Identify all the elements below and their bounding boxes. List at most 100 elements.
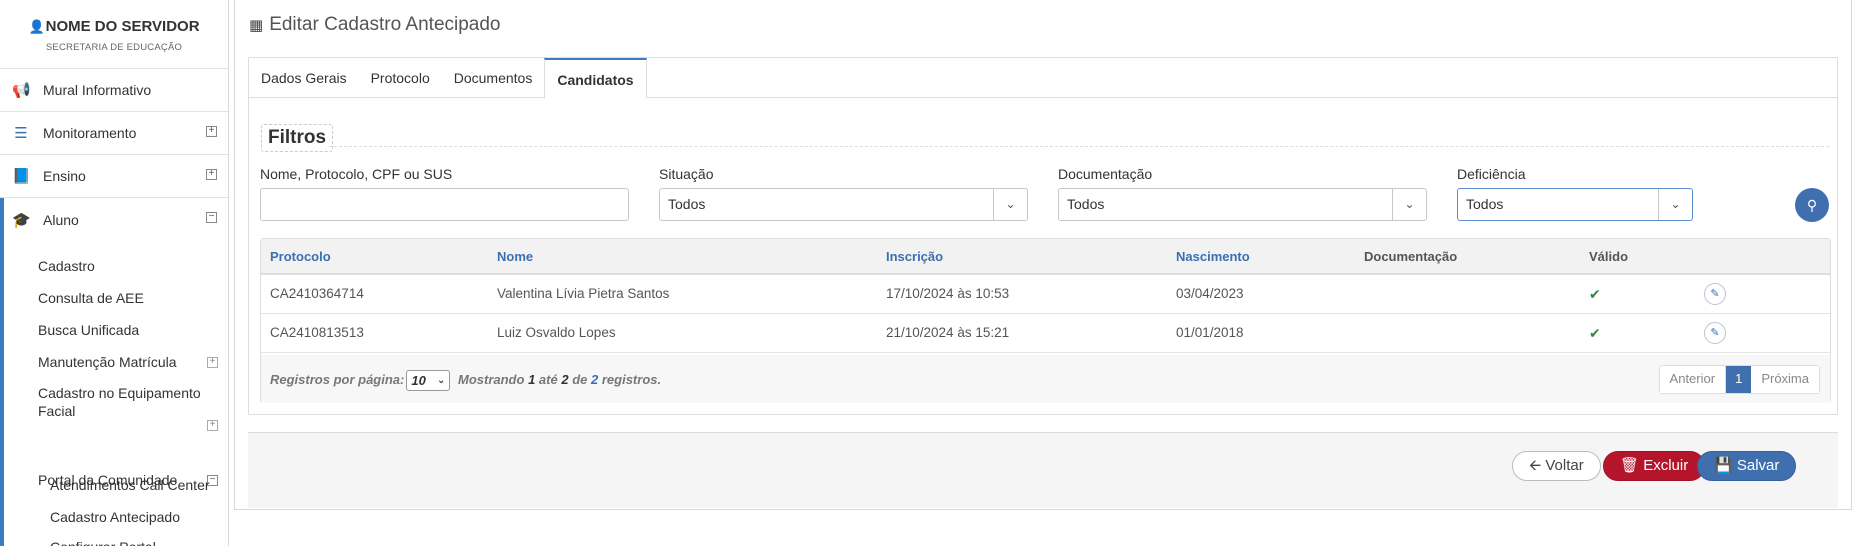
deficiencia-select[interactable]: Todos ⌄ bbox=[1457, 188, 1693, 221]
tab-protocolo[interactable]: Protocolo bbox=[359, 58, 442, 98]
submenu-item-cadastro-antecipado[interactable]: Cadastro Antecipado bbox=[4, 508, 180, 526]
sidebar-item-ensino[interactable]: 📘 Ensino + bbox=[0, 155, 228, 198]
documentacao-filter-label: Documentação bbox=[1058, 166, 1153, 182]
tab-candidatos[interactable]: Candidatos bbox=[544, 58, 647, 99]
submenu-item-busca-unificada[interactable]: Busca Unificada bbox=[4, 321, 139, 339]
sidebar-item-label: Aluno bbox=[43, 211, 79, 228]
expand-icon[interactable]: + bbox=[207, 420, 218, 431]
candidates-table: Protocolo Nome Inscrição Nascimento Docu… bbox=[260, 238, 1831, 403]
cell-inscricao: 21/10/2024 às 15:21 bbox=[886, 325, 1010, 340]
showing-from: 1 bbox=[528, 371, 536, 387]
edit-icon: ✎ bbox=[1710, 327, 1720, 339]
expand-icon[interactable]: + bbox=[207, 357, 218, 368]
pagination-info: Registros por página: 10 ⌄ Mostrando 1 até… bbox=[270, 370, 661, 391]
user-icon: 👤 bbox=[28, 19, 45, 34]
cell-nome: Luiz Osvaldo Lopes bbox=[497, 325, 616, 340]
delete-button[interactable]: 🗑 Excluir bbox=[1603, 451, 1706, 481]
expand-icon[interactable]: + bbox=[206, 169, 217, 180]
sidebar-item-monitoramento[interactable]: ☰ Monitoramento + bbox=[0, 112, 228, 155]
floppy-disk-icon: 💾 bbox=[1714, 457, 1733, 474]
tab-dados-gerais[interactable]: Dados Gerais bbox=[249, 58, 359, 98]
back-button[interactable]: 🡨 Voltar bbox=[1512, 451, 1601, 481]
sidebar-item-label: Mural Informativo bbox=[43, 82, 152, 98]
table-row: CA2410364714 Valentina Lívia Pietra Sant… bbox=[261, 275, 1830, 314]
save-button[interactable]: 💾 Salvar bbox=[1697, 451, 1797, 481]
chevron-down-icon: ⌄ bbox=[1658, 189, 1692, 220]
submenu-item-equipamento-facial[interactable]: Cadastro no Equipamento Facial + bbox=[4, 384, 228, 431]
search-button[interactable]: ⚲ bbox=[1795, 188, 1829, 222]
per-page-select[interactable]: 10 ⌄ bbox=[406, 370, 451, 391]
sidebar-item-label: Ensino bbox=[43, 168, 86, 184]
sidebar-item-label: Monitoramento bbox=[43, 125, 137, 141]
sidebar-item-aluno[interactable]: 🎓 Aluno − bbox=[0, 198, 228, 241]
user-name: 👤NOME DO SERVIDOR bbox=[28, 18, 200, 35]
submenu-item-consulta-aee[interactable]: Consulta de AEE bbox=[4, 289, 144, 307]
pagination: Anterior 1 Próxima bbox=[1658, 365, 1820, 394]
megaphone-icon: 📢 bbox=[12, 82, 31, 99]
column-header-nome[interactable]: Nome bbox=[497, 249, 533, 264]
name-filter-input[interactable] bbox=[260, 188, 629, 221]
chevron-down-icon: ⌄ bbox=[993, 189, 1027, 220]
pagination-next[interactable]: Próxima bbox=[1751, 366, 1819, 393]
sidebar-item-mural[interactable]: 📢 Mural Informativo bbox=[0, 69, 228, 112]
action-bar: 🡨 Voltar 🗑 Excluir 💾 Salvar bbox=[248, 432, 1838, 508]
book-icon: 📘 bbox=[12, 168, 31, 185]
graduation-cap-icon: 🎓 bbox=[12, 211, 31, 229]
name-filter-label: Nome, Protocolo, CPF ou SUS bbox=[260, 166, 453, 182]
situacao-filter-label: Situação bbox=[659, 166, 714, 182]
expand-icon[interactable]: + bbox=[206, 126, 217, 137]
pagination-page-current[interactable]: 1 bbox=[1726, 366, 1752, 393]
submenu-item-configurar-portal[interactable]: Configurar Portal bbox=[4, 538, 156, 546]
to-word: até bbox=[538, 371, 558, 387]
active-indicator bbox=[0, 476, 4, 546]
submenu-item-cadastro[interactable]: Cadastro bbox=[4, 257, 95, 275]
tab-bar: Dados Gerais Protocolo Documentos Candid… bbox=[249, 58, 1837, 99]
cell-nome: Valentina Lívia Pietra Santos bbox=[497, 286, 670, 301]
arrow-left-icon: 🡨 bbox=[1529, 457, 1542, 474]
edit-button[interactable]: ✎ bbox=[1704, 283, 1726, 305]
sliders-icon: ☰ bbox=[14, 125, 28, 142]
table-header: Protocolo Nome Inscrição Nascimento Docu… bbox=[261, 239, 1830, 275]
column-header-nascimento[interactable]: Nascimento bbox=[1176, 249, 1250, 264]
user-department: SECRETARIA DE EDUCAÇÃO bbox=[45, 42, 183, 53]
cell-inscricao: 17/10/2024 às 10:53 bbox=[886, 286, 1010, 301]
column-header-protocolo[interactable]: Protocolo bbox=[270, 249, 331, 264]
valid-check-icon: ✔ bbox=[1589, 325, 1601, 341]
cell-nascimento: 01/01/2018 bbox=[1176, 325, 1244, 340]
situacao-select-value: Todos bbox=[668, 196, 706, 212]
chevron-down-icon: ⌄ bbox=[436, 375, 446, 386]
aluno-submenu: Cadastro Consulta de AEE Busca Unificada… bbox=[0, 241, 228, 511]
column-header-valido: Válido bbox=[1589, 249, 1629, 264]
per-page-label: Registros por página: bbox=[270, 371, 405, 387]
edit-button[interactable]: ✎ bbox=[1704, 322, 1726, 344]
column-header-inscricao[interactable]: Inscrição bbox=[886, 249, 943, 264]
cell-protocolo: CA2410364714 bbox=[270, 286, 364, 301]
records-word: registros. bbox=[601, 371, 662, 387]
filters-legend: Filtros bbox=[261, 124, 334, 152]
table-row: CA2410813513 Luiz Osvaldo Lopes 21/10/20… bbox=[261, 314, 1830, 353]
valid-check-icon: ✔ bbox=[1589, 286, 1601, 302]
documentacao-select[interactable]: Todos ⌄ bbox=[1058, 188, 1427, 221]
tab-documentos[interactable]: Documentos bbox=[442, 58, 545, 98]
main-content: ▦ Editar Cadastro Antecipado Dados Gerais… bbox=[234, 0, 1852, 510]
showing-to: 2 bbox=[561, 371, 569, 387]
table-footer: Registros por página: 10 ⌄ Mostrando 1 até… bbox=[261, 355, 1830, 403]
pagination-prev[interactable]: Anterior bbox=[1659, 366, 1727, 393]
submenu-item-call-center[interactable]: Atendimentos Call Center bbox=[4, 476, 210, 494]
chevron-down-icon: ⌄ bbox=[1392, 189, 1426, 220]
filters-divider bbox=[329, 146, 1829, 147]
documentacao-select-value: Todos bbox=[1067, 196, 1105, 212]
situacao-select[interactable]: Todos ⌄ bbox=[659, 188, 1028, 221]
deficiencia-filter-label: Deficiência bbox=[1457, 166, 1526, 182]
submenu-item-manutencao-matricula[interactable]: Manutenção Matrícula + bbox=[4, 353, 228, 372]
of-word: de bbox=[572, 371, 588, 387]
showing-label: Mostrando bbox=[457, 371, 525, 387]
user-box: 👤NOME DO SERVIDOR SECRETARIA DE EDUCAÇÃO bbox=[0, 0, 228, 69]
submenu-item-label: Manutenção Matrícula bbox=[38, 354, 177, 370]
cell-protocolo: CA2410813513 bbox=[270, 325, 364, 340]
search-icon: ⚲ bbox=[1806, 197, 1818, 213]
sidebar: 👤NOME DO SERVIDOR SECRETARIA DE EDUCAÇÃO… bbox=[0, 0, 229, 546]
cell-nascimento: 03/04/2023 bbox=[1176, 286, 1244, 301]
sitemap-icon: ▦ bbox=[249, 17, 264, 34]
collapse-icon[interactable]: − bbox=[206, 212, 217, 223]
